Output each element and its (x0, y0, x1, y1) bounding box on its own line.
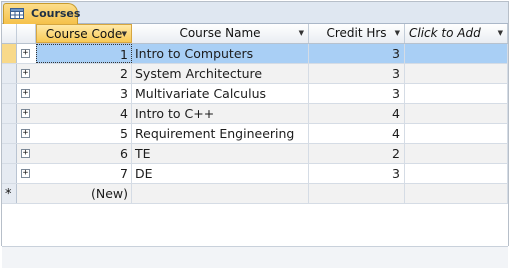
table-row[interactable]: + 1 Intro to Computers 3 (2, 44, 508, 64)
cell-course-code[interactable]: 6 (36, 144, 132, 163)
record-selector[interactable] (2, 64, 17, 83)
cell-course-code[interactable]: 3 (36, 84, 132, 103)
expand-icon[interactable]: + (21, 169, 30, 178)
cell-credit-hrs[interactable]: 3 (309, 84, 405, 103)
datasheet-empty-area (2, 206, 508, 246)
table-row[interactable]: + 5 Requirement Engineering 4 (2, 124, 508, 144)
expand-icon[interactable]: + (21, 149, 30, 158)
table-row[interactable]: + 7 DE 3 (2, 164, 508, 184)
column-header-row: Course Code ▼ Course Name ▼ Credit Hrs ▼… (2, 24, 508, 44)
table-row[interactable]: + 2 System Architecture 3 (2, 64, 508, 84)
cell-course-code[interactable]: 2 (36, 64, 132, 83)
document-tabstrip: Courses (2, 2, 508, 24)
cell-credit-hrs[interactable]: 4 (309, 124, 405, 143)
cell-credit-hrs[interactable]: 3 (309, 164, 405, 183)
cell-click-to-add[interactable] (405, 184, 508, 203)
cell-course-name[interactable] (132, 184, 309, 203)
tab-label: Courses (31, 7, 81, 20)
column-header-credit-hrs[interactable]: Credit Hrs ▼ (309, 24, 405, 43)
dropdown-arrow-icon[interactable]: ▼ (498, 24, 503, 43)
cell-click-to-add[interactable] (405, 124, 508, 143)
column-header-label: Course Name (179, 26, 261, 40)
cell-click-to-add[interactable] (405, 44, 508, 63)
column-header-label: Credit Hrs (326, 26, 387, 40)
expand-icon[interactable]: + (21, 49, 30, 58)
column-header-label: Click to Add (409, 26, 481, 40)
datasheet-window: Courses Course Code ▼ Course Name ▼ Cred… (1, 1, 509, 268)
expand-icon[interactable]: + (21, 69, 30, 78)
record-selector[interactable] (2, 84, 17, 103)
cell-course-name[interactable]: Requirement Engineering (132, 124, 309, 143)
cell-course-name[interactable]: Intro to C++ (132, 104, 309, 123)
record-selector[interactable] (2, 104, 17, 123)
cell-click-to-add[interactable] (405, 64, 508, 83)
new-record-selector[interactable]: * (2, 184, 17, 203)
column-header-course-code[interactable]: Course Code ▼ (36, 24, 132, 43)
dropdown-arrow-icon[interactable]: ▼ (122, 25, 127, 44)
cell-course-name[interactable]: DE (132, 164, 309, 183)
cell-course-name[interactable]: TE (132, 144, 309, 163)
table-row[interactable]: + 4 Intro to C++ 4 (2, 104, 508, 124)
new-record-row[interactable]: * (New) (2, 184, 508, 204)
dropdown-arrow-icon[interactable]: ▼ (299, 24, 304, 43)
cell-course-code[interactable]: 7 (36, 164, 132, 183)
cell-course-name[interactable]: Intro to Computers (132, 44, 309, 63)
cell-credit-hrs[interactable]: 4 (309, 104, 405, 123)
column-header-course-name[interactable]: Course Name ▼ (132, 24, 309, 43)
expand-icon[interactable]: + (21, 129, 30, 138)
cell-course-name[interactable]: Multivariate Calculus (132, 84, 309, 103)
record-selector[interactable] (2, 124, 17, 143)
cell-click-to-add[interactable] (405, 84, 508, 103)
cell-credit-hrs[interactable]: 3 (309, 44, 405, 63)
cell-course-code-new[interactable]: (New) (36, 184, 132, 203)
cell-click-to-add[interactable] (405, 164, 508, 183)
select-all-corner[interactable] (2, 24, 17, 43)
expand-icon[interactable]: + (21, 89, 30, 98)
dropdown-arrow-icon[interactable]: ▼ (395, 24, 400, 43)
expand-icon[interactable]: + (21, 109, 30, 118)
cell-credit-hrs[interactable] (309, 184, 405, 203)
record-selector[interactable] (2, 44, 17, 63)
cell-course-code[interactable]: 4 (36, 104, 132, 123)
expand-column-header (17, 24, 36, 43)
cell-click-to-add[interactable] (405, 104, 508, 123)
table-row[interactable]: + 6 TE 2 (2, 144, 508, 164)
record-selector[interactable] (2, 164, 17, 183)
tab-courses[interactable]: Courses (3, 3, 81, 24)
cell-course-code[interactable]: 1 (36, 44, 132, 63)
cell-course-code[interactable]: 5 (36, 124, 132, 143)
cell-click-to-add[interactable] (405, 144, 508, 163)
cell-course-name[interactable]: System Architecture (132, 64, 309, 83)
cell-credit-hrs[interactable]: 2 (309, 144, 405, 163)
record-selector[interactable] (2, 144, 17, 163)
cell-credit-hrs[interactable]: 3 (309, 64, 405, 83)
new-record-asterisk-icon: * (5, 187, 12, 202)
navigation-bar (2, 246, 508, 268)
column-header-click-to-add[interactable]: Click to Add ▼ (405, 24, 508, 43)
table-icon (10, 8, 24, 19)
column-header-label: Course Code (45, 27, 123, 41)
table-row[interactable]: + 3 Multivariate Calculus 3 (2, 84, 508, 104)
